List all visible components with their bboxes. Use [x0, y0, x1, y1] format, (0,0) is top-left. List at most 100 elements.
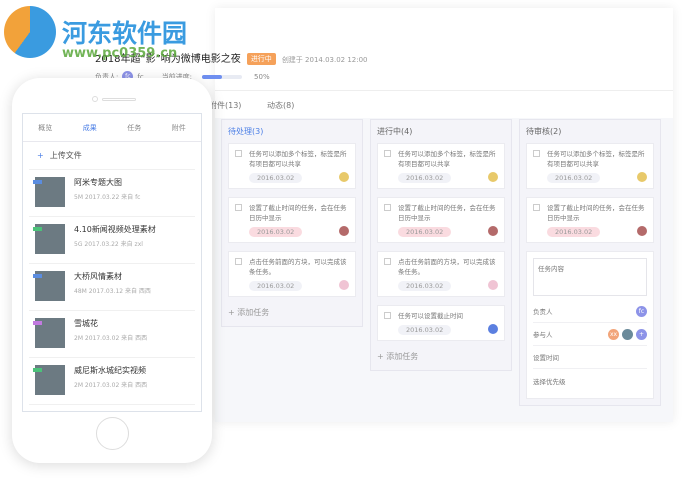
task-card[interactable]: 任务可以设置截止时间 2016.03.02: [377, 305, 505, 341]
file-item[interactable]: 威尼斯水城纪实视频 2M 2017.03.02 来自 西西: [29, 358, 195, 405]
assignee-avatar: [637, 226, 647, 236]
file-name: 阿米专题大图: [74, 178, 122, 187]
task-text: 任务可以添加多个标签，标签是所有项目都可以共享: [249, 150, 347, 168]
tab-tasks[interactable]: 任务: [127, 123, 141, 133]
task-content-input[interactable]: 任务内容: [533, 258, 647, 296]
task-text: 任务可以添加多个标签，标签是所有项目都可以共享: [547, 150, 645, 168]
task-checkbox[interactable]: [533, 150, 540, 157]
task-checkbox[interactable]: [384, 204, 391, 211]
file-meta: 5M 2017.03.22 来自 fc: [74, 194, 141, 201]
set-time-button[interactable]: 设置时间: [533, 346, 647, 369]
task-date: 2016.03.02: [398, 227, 452, 237]
column-title: 待审核(2): [526, 127, 562, 136]
add-participant-button[interactable]: +: [636, 328, 647, 340]
assignee-avatar: [339, 280, 349, 290]
task-text: 点击任务前面的方块，可以完成该条任务。: [249, 258, 347, 276]
file-thumbnail: [33, 271, 65, 301]
task-text: 任务可以设置截止时间: [398, 312, 463, 320]
priority-select[interactable]: 选择优先级: [533, 369, 647, 392]
add-task-label: 添加任务: [237, 308, 270, 317]
file-name: 4.10新闻视频处理素材: [74, 225, 156, 234]
participant-avatar[interactable]: xx: [608, 328, 619, 340]
tab-overview[interactable]: 概览: [38, 123, 52, 133]
task-date: 2016.03.02: [249, 227, 303, 237]
task-card[interactable]: 设置了截止时间的任务，会在任务日历中显示 2016.03.02: [228, 197, 356, 243]
task-checkbox[interactable]: [384, 312, 391, 319]
file-name: 雪城花: [74, 319, 98, 328]
assignee-avatar: [637, 172, 647, 182]
owner-avatar[interactable]: fc: [636, 305, 647, 317]
task-card[interactable]: 点击任务前面的方块，可以完成该条任务。 2016.03.02: [228, 251, 356, 297]
tab-attachments[interactable]: 附件(13): [209, 100, 241, 111]
phone-tabs: 概览 成果 任务 附件: [23, 114, 201, 142]
file-item[interactable]: 大桥风情素材 48M 2017.03.12 来自 西西: [29, 264, 195, 311]
logo-icon: [4, 6, 56, 58]
owner-label: 负责人: [533, 308, 553, 316]
task-checkbox[interactable]: [384, 258, 391, 265]
add-task-button[interactable]: + 添加任务: [377, 349, 505, 364]
task-card[interactable]: 任务可以添加多个标签，标签是所有项目都可以共享 2016.03.02: [377, 143, 505, 189]
task-date: 2016.03.02: [249, 173, 303, 183]
upload-file-button[interactable]: + 上传文件: [29, 142, 195, 170]
file-thumbnail: [33, 365, 65, 395]
logo-text: 河东软件园: [62, 19, 188, 48]
add-task-label: 添加任务: [386, 352, 419, 361]
task-checkbox[interactable]: [235, 204, 242, 211]
file-meta: 5G 2017.03.22 来自 zxl: [74, 241, 143, 248]
column-title: 待处理(3): [228, 127, 264, 136]
task-date: 2016.03.02: [547, 173, 601, 183]
assignee-avatar: [488, 324, 498, 334]
progress-text: 50%: [254, 72, 270, 81]
task-card[interactable]: 设置了截止时间的任务，会在任务日历中显示 2016.03.02: [377, 197, 505, 243]
file-item[interactable]: 阿米专题大图 5M 2017.03.22 来自 fc: [29, 170, 195, 217]
task-card[interactable]: 设置了截止时间的任务，会在任务日历中显示 2016.03.02: [526, 197, 654, 243]
project-header: 2018年超“影”响为微博电影之夜 进行中 创建于 2014.03.02 12:00…: [95, 8, 673, 90]
plus-icon: +: [37, 151, 44, 160]
file-thumbnail: [33, 318, 65, 348]
tab-activity[interactable]: 动态(8): [267, 100, 294, 111]
tab-results[interactable]: 成果: [83, 123, 97, 133]
file-meta: 2M 2017.03.02 来自 西西: [74, 382, 148, 389]
participant-avatar[interactable]: [622, 328, 633, 340]
assignee-avatar: [339, 226, 349, 236]
task-text: 点击任务前面的方块，可以完成该条任务。: [398, 258, 496, 276]
home-button[interactable]: [96, 417, 129, 450]
assignee-avatar: [488, 226, 498, 236]
task-text: 设置了截止时间的任务，会在任务日历中显示: [547, 204, 645, 222]
task-date: 2016.03.02: [398, 325, 452, 335]
task-card[interactable]: 任务可以添加多个标签，标签是所有项目都可以共享 2016.03.02: [526, 143, 654, 189]
new-task-form: 任务内容 负责人 fc 参与人 xx + 设置时间 选择优先级: [526, 251, 654, 399]
add-task-button[interactable]: + 添加任务: [228, 305, 356, 320]
speaker: [102, 98, 136, 101]
tab-attachments[interactable]: 附件: [172, 123, 186, 133]
task-checkbox[interactable]: [384, 150, 391, 157]
task-checkbox[interactable]: [235, 150, 242, 157]
task-checkbox[interactable]: [533, 204, 540, 211]
task-text: 设置了截止时间的任务，会在任务日历中显示: [249, 204, 347, 222]
task-card[interactable]: 任务可以添加多个标签，标签是所有项目都可以共享 2016.03.02: [228, 143, 356, 189]
priority-label: 选择优先级: [533, 377, 566, 386]
kanban-column: 待处理(3) 任务可以添加多个标签，标签是所有项目都可以共享 2016.03.02 设…: [221, 119, 363, 327]
file-item[interactable]: 4.10新闻视频处理素材 5G 2017.03.22 来自 zxl: [29, 217, 195, 264]
task-text: 设置了截止时间的任务，会在任务日历中显示: [398, 204, 496, 222]
file-name: 威尼斯水城纪实视频: [74, 366, 146, 375]
created-time: 创建于 2014.03.02 12:00: [281, 56, 368, 64]
assignee-avatar: [488, 172, 498, 182]
kanban-column: 进行中(4) 任务可以添加多个标签，标签是所有项目都可以共享 2016.03.02 设…: [370, 119, 512, 371]
file-item[interactable]: 雪城花 2M 2017.03.02 来自 西西: [29, 311, 195, 358]
task-card[interactable]: 点击任务前面的方块，可以完成该条任务。 2016.03.02: [377, 251, 505, 297]
task-checkbox[interactable]: [235, 258, 242, 265]
task-date: 2016.03.02: [398, 281, 452, 291]
task-date: 2016.03.02: [249, 281, 303, 291]
upload-label: 上传文件: [49, 151, 82, 160]
phone-screen: 概览 成果 任务 附件 + 上传文件 阿米专题大图 5M 2017.03.22 来自…: [22, 113, 202, 412]
project-tabs: 附件(13) 动态(8): [209, 90, 673, 118]
file-name: 大桥风情素材: [74, 272, 122, 281]
kanban-column: 待审核(2) 任务可以添加多个标签，标签是所有项目都可以共享 2016.03.02 设…: [519, 119, 661, 406]
column-title: 进行中(4): [377, 127, 413, 136]
assignee-avatar: [339, 172, 349, 182]
progress-bar: [202, 74, 243, 79]
phone-mockup: 概览 成果 任务 附件 + 上传文件 阿米专题大图 5M 2017.03.22 来自…: [12, 78, 212, 463]
file-meta: 2M 2017.03.02 来自 西西: [74, 335, 148, 342]
task-date: 2016.03.02: [547, 227, 601, 237]
